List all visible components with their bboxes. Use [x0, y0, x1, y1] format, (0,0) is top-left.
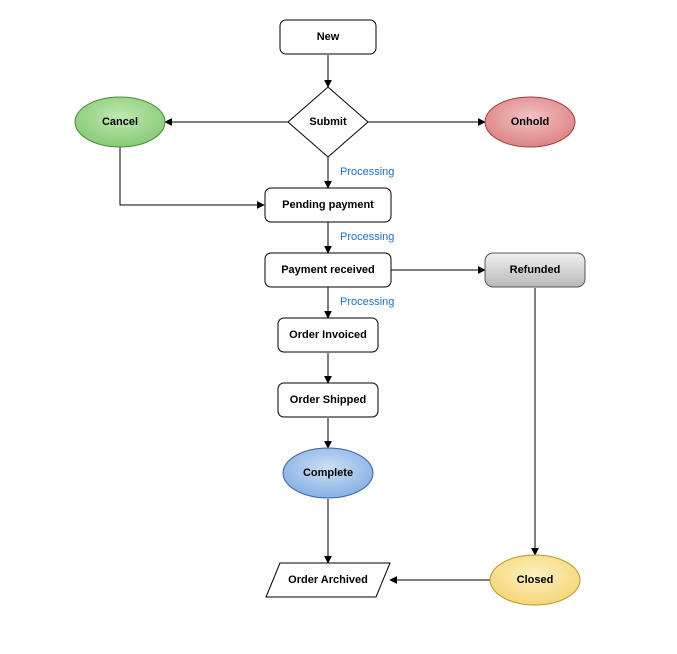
label-refunded: Refunded — [510, 264, 561, 276]
label-new: New — [317, 31, 340, 43]
edge-label-processing-1: Processing — [340, 166, 394, 178]
node-onhold: Onhold — [485, 97, 575, 147]
node-refunded: Refunded — [485, 253, 585, 287]
node-closed: Closed — [490, 555, 580, 605]
label-order-archived: Order Archived — [288, 574, 368, 586]
label-payment-received: Payment received — [281, 264, 375, 276]
node-complete: Complete — [283, 448, 373, 498]
node-pending-payment: Pending payment — [265, 188, 391, 222]
node-submit: Submit — [288, 87, 368, 157]
label-cancel: Cancel — [102, 116, 138, 128]
node-cancel: Cancel — [75, 97, 165, 147]
node-new: New — [280, 20, 376, 54]
label-order-invoiced: Order Invoiced — [289, 329, 367, 341]
node-payment-received: Payment received — [265, 253, 391, 287]
label-closed: Closed — [517, 574, 554, 586]
node-order-invoiced: Order Invoiced — [278, 318, 378, 352]
edge-label-processing-2: Processing — [340, 231, 394, 243]
node-order-shipped: Order Shipped — [278, 383, 378, 417]
label-complete: Complete — [303, 467, 353, 479]
label-pending-payment: Pending payment — [282, 199, 374, 211]
node-order-archived: Order Archived — [266, 563, 390, 597]
flowchart-diagram: Processing Processing Processing New Sub… — [0, 0, 677, 654]
edge-label-processing-3: Processing — [340, 296, 394, 308]
label-submit: Submit — [309, 116, 347, 128]
label-onhold: Onhold — [511, 116, 550, 128]
label-order-shipped: Order Shipped — [290, 394, 366, 406]
edge-cancel-pending — [120, 147, 264, 205]
